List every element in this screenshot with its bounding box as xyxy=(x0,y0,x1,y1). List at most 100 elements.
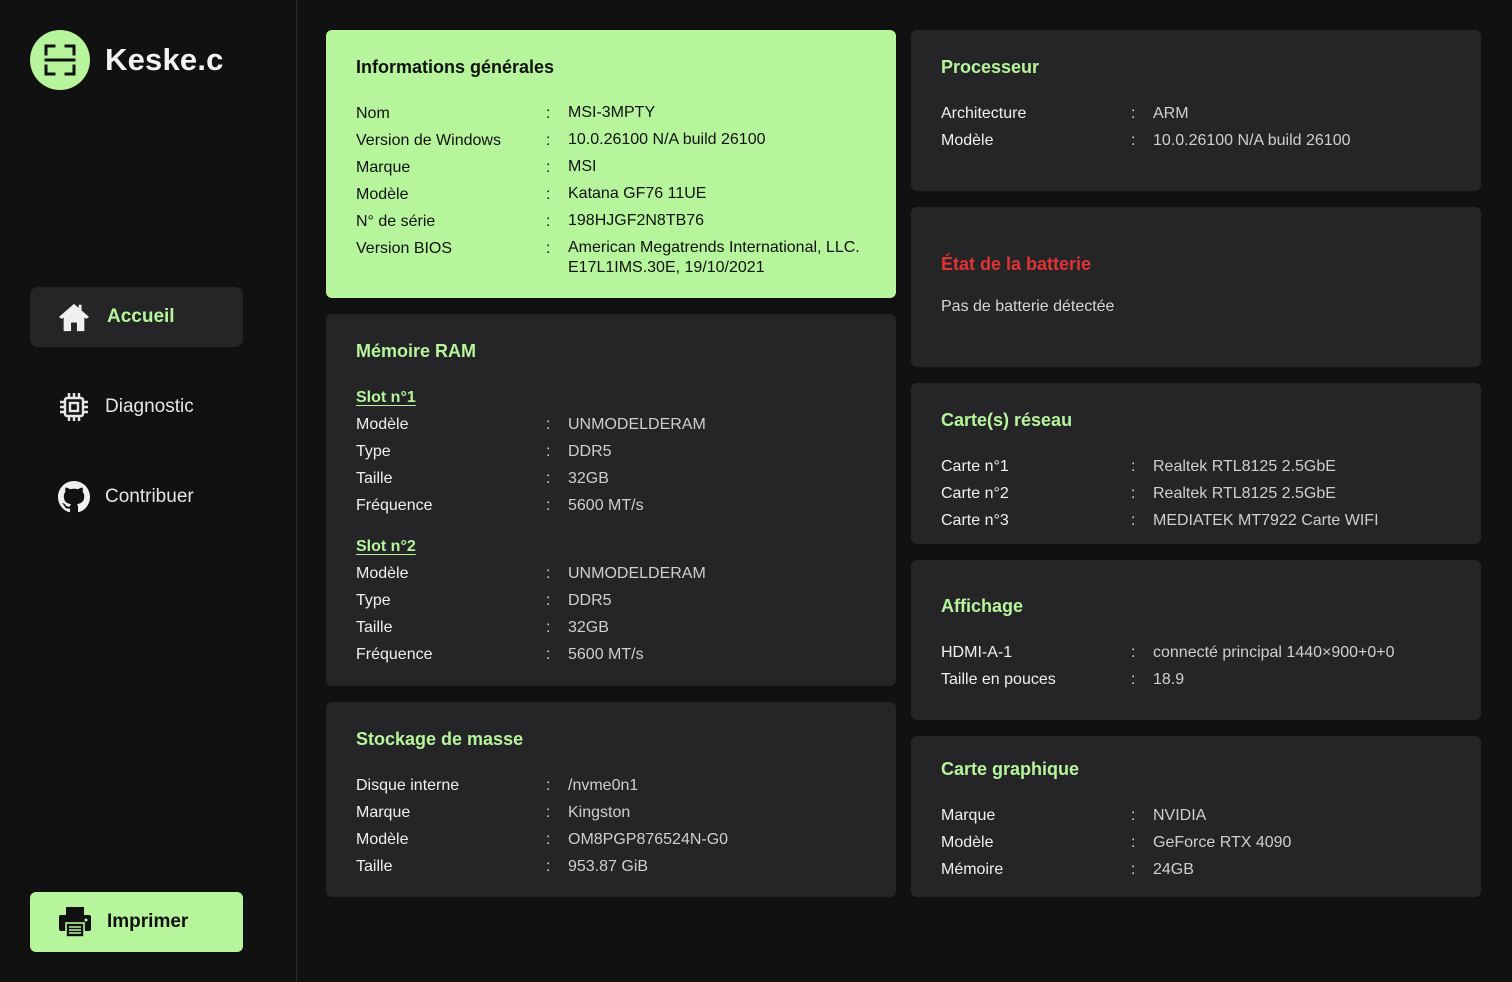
card-title: État de la batterie xyxy=(941,254,1092,274)
gpu-rows: Marque: NVIDIA Modèle: GeForce RTX 4090 Mémo… xyxy=(941,802,1451,883)
separator: : xyxy=(546,132,551,149)
info-row: Nom: MSI-3MPTY xyxy=(356,100,866,127)
network-rows: Carte n°1: Realtek RTL8125 2.5GbE Carte n°… xyxy=(941,453,1451,534)
info-value: Realtek RTL8125 2.5GbE xyxy=(1153,485,1336,502)
info-label: Carte n°3 xyxy=(941,512,1009,529)
info-row: Mémoire:24GB xyxy=(941,856,1451,883)
info-row: Type: DDR5 xyxy=(356,438,866,465)
separator: : xyxy=(546,159,551,176)
slot-gap xyxy=(356,519,866,533)
info-row: Architecture: ARM xyxy=(941,100,1451,127)
info-row: Fréquence:5600 MT/s xyxy=(356,641,866,668)
separator: : xyxy=(546,470,551,487)
separator: : xyxy=(1131,861,1136,878)
info-value: 10.0.26100 N/A build 26100 xyxy=(568,131,766,148)
info-value: /nvme0n1 xyxy=(568,777,639,794)
separator: : xyxy=(546,619,551,636)
separator: : xyxy=(546,186,551,203)
info-row: Marque: NVIDIA xyxy=(941,802,1451,829)
info-row: Disque interne: /nvme0n1 xyxy=(356,772,866,799)
separator: : xyxy=(1131,132,1136,149)
info-value: Kingston xyxy=(568,804,631,821)
info-row: Marque: Kingston xyxy=(356,799,866,826)
separator: : xyxy=(546,858,551,875)
info-label: Carte n°2 xyxy=(941,485,1009,502)
info-label: Nom xyxy=(356,105,390,122)
print-button[interactable]: Imprimer xyxy=(30,892,243,952)
info-value: connecté principal 1440×900+0+0 xyxy=(1153,644,1395,661)
print-button-label: Imprimer xyxy=(107,911,189,932)
info-row: Version de Windows:10.0.26100 N/A build … xyxy=(356,127,866,154)
ram-slot-rows: Modèle: UNMODELDERAM Type: DDR5 Taille:32GB F… xyxy=(356,560,866,668)
info-value: MEDIATEK MT7922 Carte WIFI xyxy=(1153,512,1379,529)
storage-rows: Disque interne: /nvme0n1 Marque: Kingston Mo… xyxy=(356,772,866,880)
battery-status: Pas de batterie détectée xyxy=(941,298,1115,315)
info-value: 5600 MT/s xyxy=(568,497,644,514)
nav-item-label: Contribuer xyxy=(105,486,194,507)
scan-icon xyxy=(30,30,90,90)
info-value: 953.87 GiB xyxy=(568,858,649,875)
info-label: Modèle xyxy=(356,416,409,433)
card-gpu: Carte graphique Marque: NVIDIA Modèle: GeFo… xyxy=(911,736,1481,897)
app-logo[interactable]: Keske.c xyxy=(30,30,224,90)
info-row: Modèle: UNMODELDERAM xyxy=(356,411,866,438)
card-title: Carte(s) réseau xyxy=(941,410,1073,430)
info-label: Marque xyxy=(941,807,996,824)
info-value: NVIDIA xyxy=(1153,807,1207,824)
separator: : xyxy=(1131,458,1136,475)
info-label: Modèle xyxy=(941,834,994,851)
info-label: Type xyxy=(356,443,391,460)
nav-item-label: Diagnostic xyxy=(105,396,194,417)
general-rows: Nom: MSI-3MPTY Version de Windows:10.0.261… xyxy=(356,100,866,278)
info-value: 198HJGF2N8TB76 xyxy=(568,212,705,229)
ram-slot-title: Slot n°1 xyxy=(356,389,416,406)
separator: : xyxy=(546,565,551,582)
info-label: Fréquence xyxy=(356,497,433,514)
info-row: Taille:953.87 GiB xyxy=(356,853,866,880)
info-label: Taille xyxy=(356,619,393,636)
info-label: Disque interne xyxy=(356,777,460,794)
nav-item-accueil[interactable]: Accueil xyxy=(30,287,243,347)
nav-item-contribuer[interactable]: Contribuer xyxy=(30,467,243,527)
info-label: Taille xyxy=(356,470,393,487)
printer-icon xyxy=(58,905,92,939)
app-name: Keske.c xyxy=(105,42,224,77)
nav-item-diagnostic[interactable]: Diagnostic xyxy=(30,377,243,437)
info-value: 32GB xyxy=(568,470,609,487)
info-label: Taille xyxy=(356,858,393,875)
card-network: Carte(s) réseau Carte n°1: Realtek RTL812… xyxy=(911,383,1481,544)
card-storage: Stockage de masse Disque interne: /nvme0n… xyxy=(326,702,896,897)
ram-slots: Slot n°1 Modèle: UNMODELDERAM Type: DDR5 Tail… xyxy=(356,384,866,668)
info-row: Modèle: Katana GF76 11UE xyxy=(356,181,866,208)
separator: : xyxy=(546,213,551,230)
info-label: Marque xyxy=(356,804,411,821)
separator: : xyxy=(546,240,551,257)
display-rows: HDMI-A-1: connecté principal 1440×900+0+0… xyxy=(941,639,1451,693)
info-row: Carte n°1: Realtek RTL8125 2.5GbE xyxy=(941,453,1451,480)
app-root: Keske.c Accueil Diagnostic Contribuer Im… xyxy=(0,0,1512,982)
card-cpu: Processeur Architecture: ARM Modèle:10.0.2… xyxy=(911,30,1481,191)
info-row: Modèle:10.0.26100 N/A build 26100 xyxy=(941,127,1451,154)
info-label: Modèle xyxy=(356,831,409,848)
card-ram: Mémoire RAM Slot n°1 Modèle: UNMODELDERAM T… xyxy=(326,314,896,686)
info-label: Mémoire xyxy=(941,861,1004,878)
info-row: Taille:32GB xyxy=(356,614,866,641)
info-value: DDR5 xyxy=(568,592,612,609)
separator: : xyxy=(1131,671,1136,688)
chip-icon xyxy=(58,391,90,423)
separator: : xyxy=(546,416,551,433)
info-value: 5600 MT/s xyxy=(568,646,644,663)
info-row: Taille en pouces:18.9 xyxy=(941,666,1451,693)
separator: : xyxy=(546,777,551,794)
ram-slot-rows: Modèle: UNMODELDERAM Type: DDR5 Taille:32GB F… xyxy=(356,411,866,519)
separator: : xyxy=(1131,512,1136,529)
home-icon xyxy=(58,301,90,333)
separator: : xyxy=(546,105,551,122)
info-label: N° de série xyxy=(356,213,436,230)
info-value: 18.9 xyxy=(1153,671,1185,688)
separator: : xyxy=(1131,644,1136,661)
card-title: Stockage de masse xyxy=(356,729,524,749)
info-row: Version BIOS: American Megatrends Interna… xyxy=(356,235,866,278)
separator: : xyxy=(1131,485,1136,502)
info-label: Modèle xyxy=(356,565,409,582)
